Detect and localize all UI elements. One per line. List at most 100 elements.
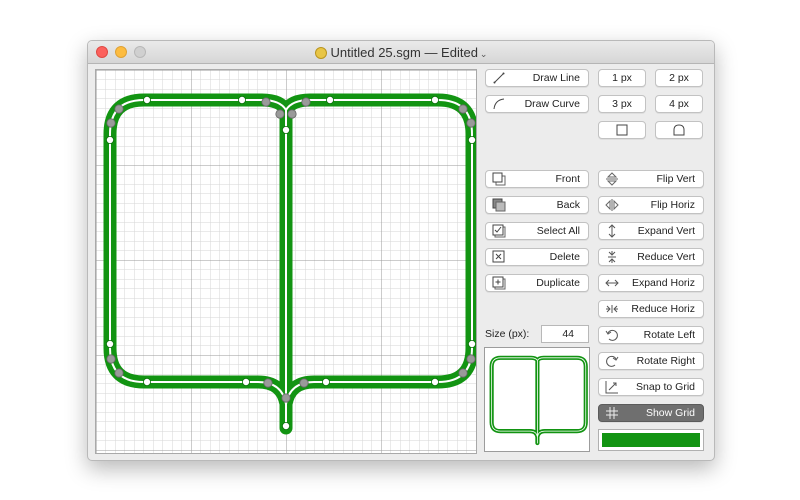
expand-vert-button[interactable]: Expand Vert xyxy=(598,222,704,240)
corner-handle[interactable] xyxy=(287,109,297,119)
width-1px-label: 1 px xyxy=(612,72,632,84)
rotate-left-label: Rotate Left xyxy=(643,329,695,341)
point-handle[interactable] xyxy=(430,377,439,386)
reduce-horiz-label: Reduce Horiz xyxy=(631,303,695,315)
point-handle[interactable] xyxy=(321,377,330,386)
point-handle[interactable] xyxy=(467,339,476,348)
flip-horiz-button[interactable]: Flip Horiz xyxy=(598,196,704,214)
point-handle[interactable] xyxy=(281,421,290,430)
width-2px-button[interactable]: 2 px xyxy=(655,69,703,87)
draw-curve-button[interactable]: Draw Curve xyxy=(485,95,589,113)
rotate-right-label: Rotate Right xyxy=(636,355,695,367)
square-cap-button[interactable] xyxy=(598,121,646,139)
flip-horiz-label: Flip Horiz xyxy=(650,199,695,211)
expand-vert-icon xyxy=(605,224,619,238)
curve-tool-icon xyxy=(492,97,506,111)
expand-horiz-icon xyxy=(605,276,619,290)
canvas-svg[interactable] xyxy=(96,70,479,453)
point-handle[interactable] xyxy=(105,339,114,348)
corner-handle[interactable] xyxy=(106,118,116,128)
select-all-label: Select All xyxy=(536,225,580,237)
expand-horiz-button[interactable]: Expand Horiz xyxy=(598,274,704,292)
point-handle[interactable] xyxy=(467,136,476,145)
window-title-text: Untitled 25.sgm — Edited xyxy=(330,45,478,60)
expand-horiz-label: Expand Horiz xyxy=(631,277,695,289)
window-title[interactable]: Untitled 25.sgm — Edited ⌄ xyxy=(88,45,714,60)
corner-handle[interactable] xyxy=(263,378,273,388)
flip-horiz-icon xyxy=(605,198,619,212)
corner-handle[interactable] xyxy=(275,109,285,119)
corner-handle[interactable] xyxy=(281,393,291,403)
point-handle[interactable] xyxy=(281,126,290,135)
width-2px-label: 2 px xyxy=(669,72,689,84)
front-button[interactable]: Front xyxy=(485,170,589,188)
delete-button[interactable]: Delete xyxy=(485,248,589,266)
duplicate-icon xyxy=(492,276,506,290)
point-handle[interactable] xyxy=(143,95,152,104)
app-window: Untitled 25.sgm — Edited ⌄ Draw Line Draw xyxy=(87,40,715,461)
corner-handle[interactable] xyxy=(458,104,468,114)
duplicate-label: Duplicate xyxy=(536,277,580,289)
point-handle[interactable] xyxy=(105,136,114,145)
width-4px-label: 4 px xyxy=(669,98,689,110)
rotate-left-button[interactable]: Rotate Left xyxy=(598,326,704,344)
delete-label: Delete xyxy=(549,251,580,263)
color-swatch[interactable] xyxy=(598,429,704,451)
draw-line-button[interactable]: Draw Line xyxy=(485,69,589,87)
reduce-horiz-icon xyxy=(605,302,619,316)
snap-grid-icon xyxy=(605,380,619,394)
size-label: Size (px): xyxy=(485,328,530,340)
corner-handle[interactable] xyxy=(261,97,271,107)
drawing-canvas[interactable] xyxy=(95,69,479,454)
width-3px-button[interactable]: 3 px xyxy=(598,95,646,113)
show-grid-button[interactable]: Show Grid xyxy=(598,404,704,422)
flip-vert-button[interactable]: Flip Vert xyxy=(598,170,704,188)
shape-preview xyxy=(484,347,590,452)
shape-stroke[interactable] xyxy=(489,355,588,446)
reduce-vert-button[interactable]: Reduce Vert xyxy=(598,248,704,266)
corner-handle[interactable] xyxy=(301,97,311,107)
reduce-vert-icon xyxy=(605,250,619,264)
rotate-left-icon xyxy=(605,328,619,342)
preview-shape xyxy=(489,355,588,446)
square-cap-icon xyxy=(615,123,629,137)
color-swatch-fill xyxy=(602,433,700,447)
line-tool-icon xyxy=(492,71,506,85)
corner-handle[interactable] xyxy=(458,368,468,378)
point-handle[interactable] xyxy=(143,377,152,386)
chevron-down-icon: ⌄ xyxy=(479,49,488,59)
flip-vert-label: Flip Vert xyxy=(656,173,695,185)
point-handle[interactable] xyxy=(325,95,334,104)
bring-front-icon xyxy=(492,172,506,186)
draw-curve-label: Draw Curve xyxy=(524,98,580,110)
back-label: Back xyxy=(556,199,580,211)
rotate-right-icon xyxy=(605,354,619,368)
corner-handle[interactable] xyxy=(106,354,116,364)
draw-line-label: Draw Line xyxy=(532,72,580,84)
corner-handle[interactable] xyxy=(114,368,124,378)
point-handle[interactable] xyxy=(241,377,250,386)
reduce-horiz-button[interactable]: Reduce Horiz xyxy=(598,300,704,318)
duplicate-button[interactable]: Duplicate xyxy=(485,274,589,292)
point-handle[interactable] xyxy=(237,95,246,104)
corner-handle[interactable] xyxy=(299,378,309,388)
snap-to-grid-button[interactable]: Snap to Grid xyxy=(598,378,704,396)
back-button[interactable]: Back xyxy=(485,196,589,214)
show-grid-label: Show Grid xyxy=(645,407,695,419)
round-cap-icon xyxy=(672,123,686,137)
corner-handle[interactable] xyxy=(466,354,476,364)
send-back-icon xyxy=(492,198,506,212)
round-cap-button[interactable] xyxy=(655,121,703,139)
select-all-button[interactable]: Select All xyxy=(485,222,589,240)
corner-handle[interactable] xyxy=(114,104,124,114)
width-3px-label: 3 px xyxy=(612,98,632,110)
size-input[interactable]: 44 xyxy=(541,325,589,343)
point-handle[interactable] xyxy=(430,95,439,104)
select-all-icon xyxy=(492,224,506,238)
preview-svg xyxy=(489,355,588,446)
corner-handle[interactable] xyxy=(466,118,476,128)
width-1px-button[interactable]: 1 px xyxy=(598,69,646,87)
rotate-right-button[interactable]: Rotate Right xyxy=(598,352,704,370)
width-4px-button[interactable]: 4 px xyxy=(655,95,703,113)
expand-vert-label: Expand Vert xyxy=(637,225,695,237)
